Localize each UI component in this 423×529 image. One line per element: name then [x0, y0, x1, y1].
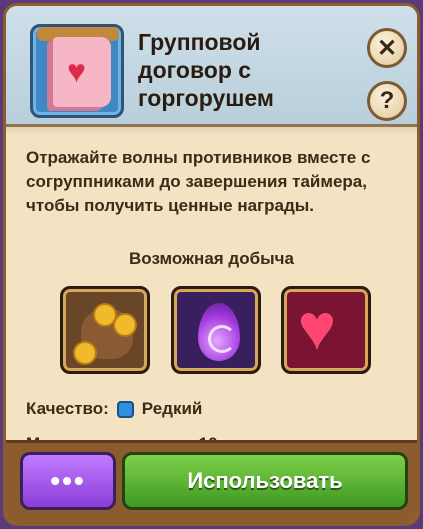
more-options-button[interactable]: ••• [20, 452, 116, 510]
loot-slot-purple-drop[interactable] [171, 286, 261, 374]
close-icon: ✕ [376, 34, 398, 62]
close-button[interactable]: ✕ [367, 28, 407, 68]
quality-label: Качество: [26, 399, 109, 418]
heart-icon: ♥ [67, 53, 86, 89]
footer-bar: ••• Использовать [6, 440, 417, 523]
help-button[interactable]: ? [367, 81, 407, 121]
purple-drop-icon [198, 303, 240, 361]
rarity-gem-icon [116, 400, 134, 418]
loot-slot-coin-bag[interactable] [60, 286, 150, 374]
coin-icon [73, 341, 97, 365]
swirl-icon [208, 325, 236, 353]
coin-icon [113, 313, 137, 337]
quality-value: Редкий [141, 399, 203, 418]
item-description: Отражайте волны противников вместе с сог… [26, 148, 371, 215]
heart-icon: ♥ [298, 291, 336, 363]
more-icon: ••• [50, 465, 86, 496]
quality-row: Качество: Редкий [26, 399, 202, 419]
loot-slot-heart[interactable]: ♥ [281, 286, 371, 374]
item-title: Групповой договор с горгорушем [138, 29, 274, 111]
use-button-label: Использовать [187, 468, 343, 493]
help-icon: ? [379, 87, 395, 114]
use-button[interactable]: Использовать [122, 452, 408, 510]
contract-book-heart-icon: ♥ [53, 37, 111, 107]
item-info-panel: ♥ Групповой договор с горгорушем ✕ ? Отр… [3, 3, 420, 526]
item-icon-frame: ♥ [30, 24, 124, 118]
loot-title: Возможная добыча [129, 249, 294, 268]
